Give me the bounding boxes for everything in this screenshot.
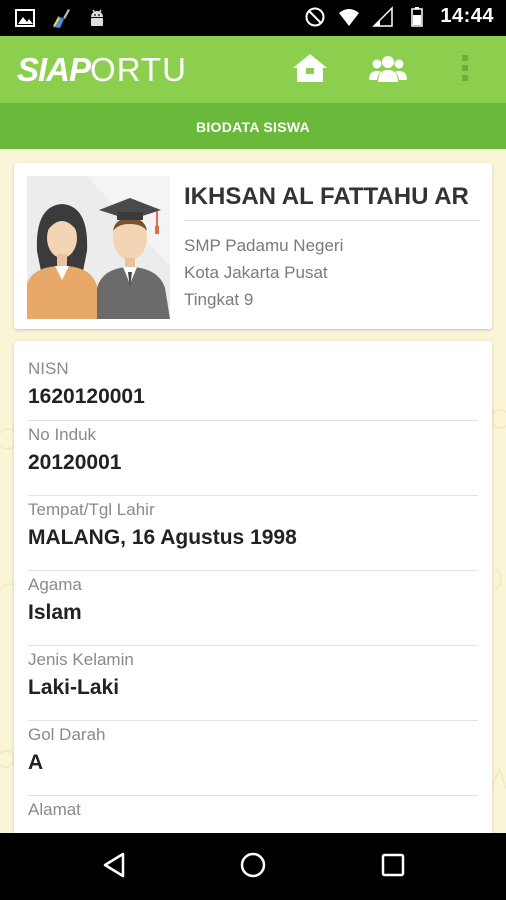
home-circle-icon [239, 851, 267, 884]
home-button[interactable] [288, 50, 332, 90]
field-label: No Induk [28, 425, 97, 444]
signal-icon [372, 5, 394, 28]
home-icon [290, 51, 330, 90]
group-button[interactable] [366, 50, 410, 90]
back-icon [101, 851, 127, 884]
student-avatar [27, 176, 170, 319]
field-no-induk: No Induk 20120001 [28, 421, 478, 496]
field-nisn: NISN 1620120001 [28, 355, 478, 421]
wifi-icon [338, 6, 360, 28]
field-value: 20120001 [28, 451, 122, 474]
field-label: Jenis Kelamin [28, 650, 134, 669]
field-jenis-kelamin: Jenis Kelamin Laki-Laki [28, 646, 478, 721]
cleaner-icon [50, 7, 72, 29]
field-value: A [28, 751, 44, 774]
field-agama: Agama Islam [28, 571, 478, 646]
field-value: MALANG, 16 Agustus 1998 [28, 526, 297, 549]
biodata-detail-card[interactable]: NISN 1620120001 No Induk 20120001 Tempat… [14, 341, 492, 833]
field-label: Agama [28, 575, 82, 594]
logo-siap: SIAP [17, 51, 91, 88]
do-not-disturb-icon [304, 6, 326, 28]
gallery-icon [14, 7, 36, 29]
logo-ortu: ORTU [90, 51, 187, 88]
field-value: Islam [28, 601, 82, 624]
content-area[interactable]: IKHSAN AL FATTAHU AR SMP Padamu Negeri K… [0, 149, 506, 833]
group-icon [367, 51, 409, 90]
overflow-menu-icon [460, 53, 470, 88]
student-name-text: IKHSAN AL FATTAHU AR [184, 183, 469, 210]
field-value: 1620120001 [28, 385, 145, 408]
field-label: Alamat [28, 800, 81, 819]
back-button[interactable] [96, 849, 132, 885]
navigation-bar [0, 833, 506, 900]
field-tempat-tgl-lahir: Tempat/Tgl Lahir MALANG, 16 Agustus 1998 [28, 496, 478, 571]
field-label: Tempat/Tgl Lahir [28, 500, 155, 519]
recents-button[interactable] [375, 849, 411, 885]
recents-icon [380, 852, 406, 883]
app-logo: SIAPORTU [17, 51, 187, 89]
field-value: Laki-Laki [28, 676, 120, 699]
overflow-menu-button[interactable] [445, 50, 485, 90]
student-name: IKHSAN AL FATTAHU AR [184, 163, 480, 221]
field-label: NISN [28, 359, 69, 378]
section-header: BIODATA SISWA [0, 103, 506, 149]
battery-icon [406, 6, 428, 28]
field-alamat: Alamat [28, 796, 478, 833]
home-nav-button[interactable] [235, 849, 271, 885]
student-school: SMP Padamu Negeri [184, 236, 344, 255]
profile-card[interactable]: IKHSAN AL FATTAHU AR SMP Padamu Negeri K… [14, 163, 492, 329]
field-value [28, 820, 478, 822]
status-bar: 14:44 [0, 0, 506, 36]
field-gol-darah: Gol Darah A [28, 721, 478, 796]
student-grade: Tingkat 9 [184, 290, 254, 309]
status-time: 14:44 [440, 5, 494, 27]
student-city: Kota Jakarta Pusat [184, 263, 328, 282]
app-bar: SIAPORTU [0, 36, 506, 103]
android-icon [86, 7, 108, 29]
field-label: Gol Darah [28, 725, 106, 744]
